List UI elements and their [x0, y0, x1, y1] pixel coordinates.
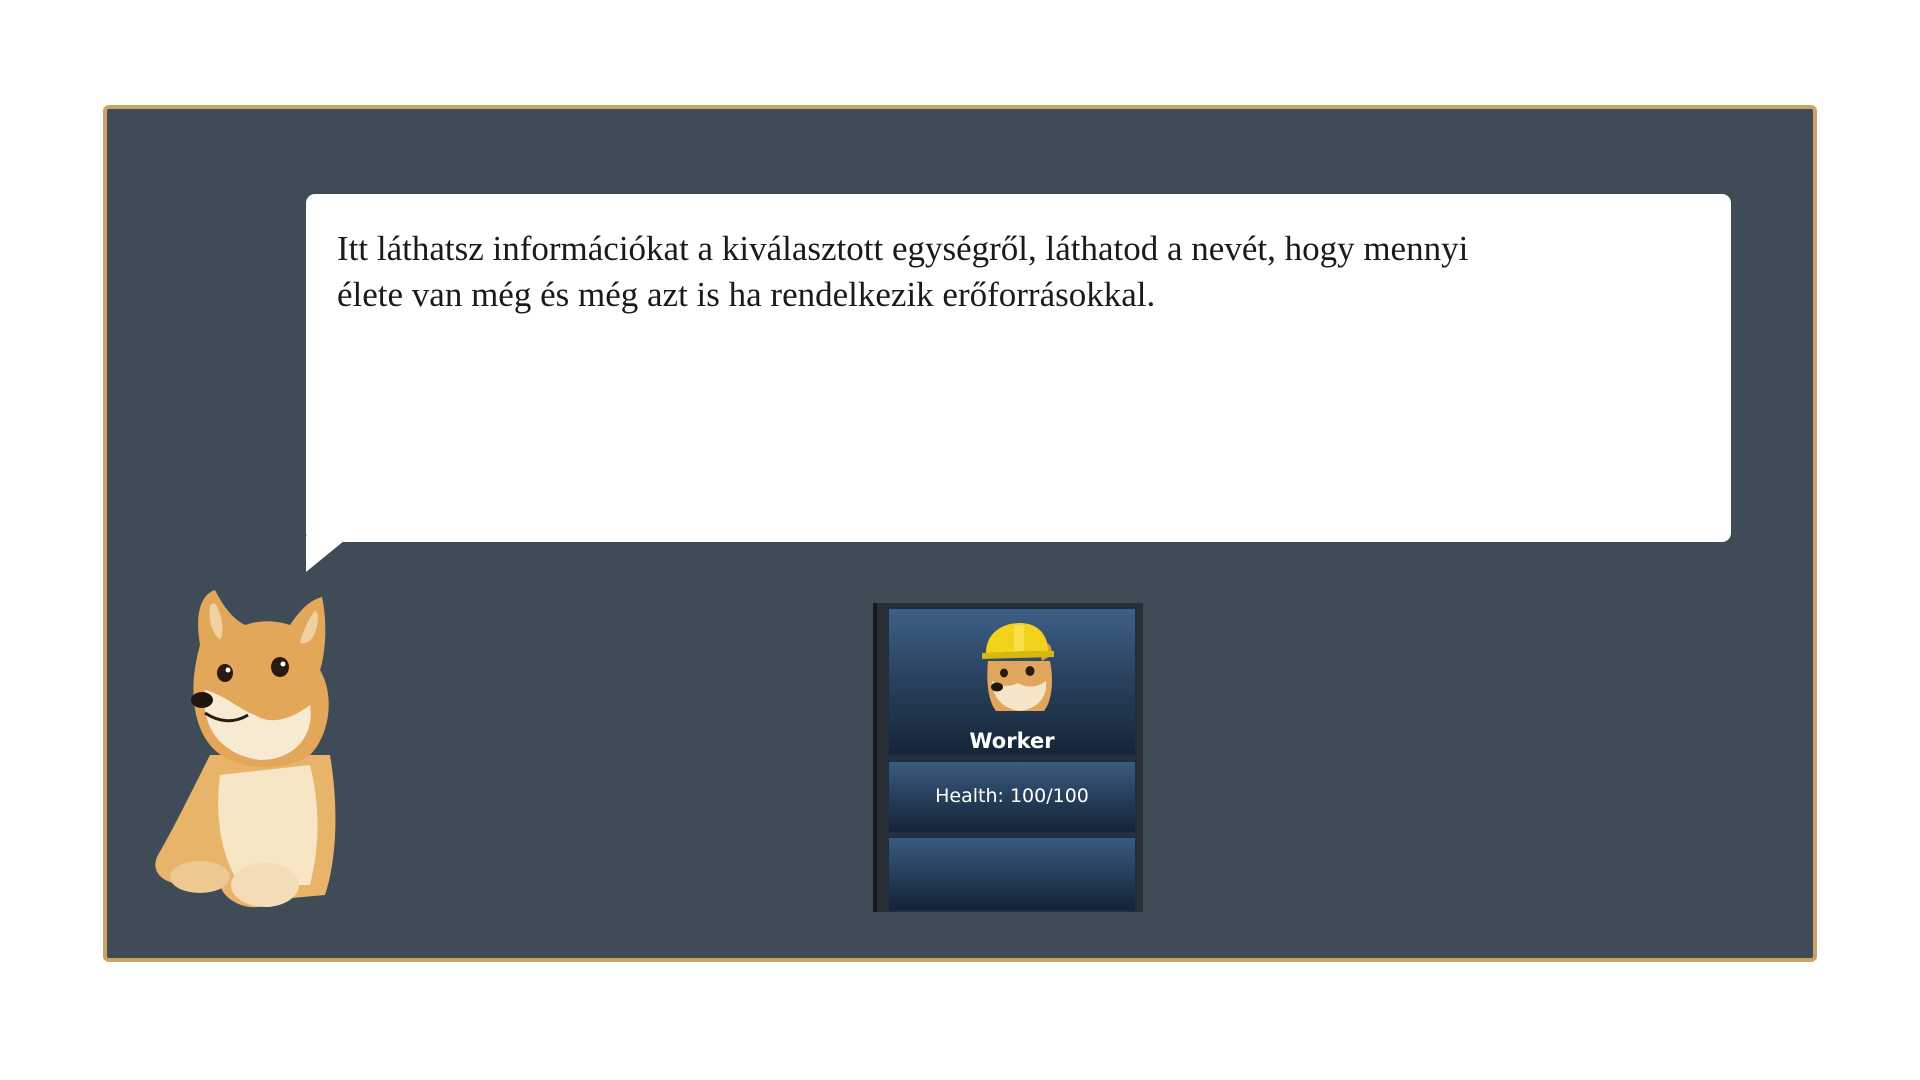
tutorial-message: Itt láthatsz információkat a kiválasztot…	[337, 226, 1657, 318]
unit-resources-slot	[887, 836, 1137, 912]
worker-doge-hardhat-icon	[982, 623, 1054, 711]
tutorial-message-line-1: Itt láthatsz információkat a kiválasztot…	[337, 229, 1469, 268]
unit-name: Worker	[969, 729, 1055, 753]
speech-bubble-tail	[306, 536, 350, 572]
unit-health: Health: 100/100	[887, 760, 1137, 834]
doge-icon	[155, 590, 336, 908]
tutorial-message-line-2: élete van még és még azt is ha rendelkez…	[337, 275, 1156, 314]
unit-portrait-panel: Worker	[887, 607, 1137, 757]
unit-info-card: Worker Health: 100/100	[873, 603, 1143, 912]
